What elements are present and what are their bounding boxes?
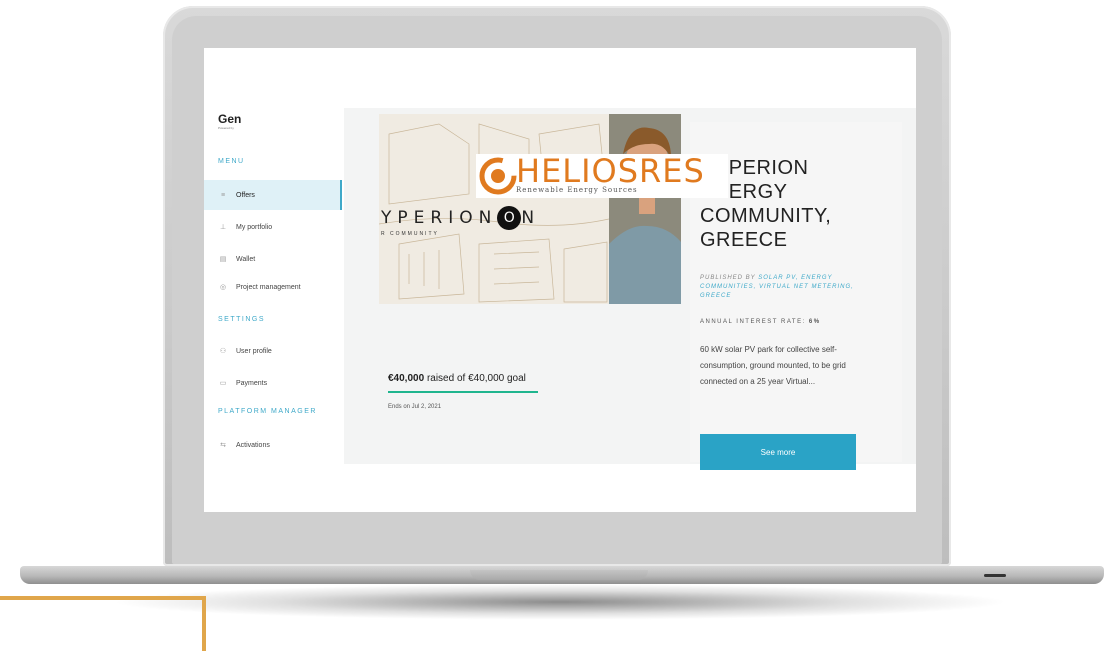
laptop-screen: Gen Powered by MENU ≡ Offers ⊥ My portfo… [204, 48, 916, 512]
sidebar-item-label: Wallet [236, 255, 256, 263]
sidebar-item-activations[interactable]: ⇆ Activations [204, 430, 340, 460]
sidebar-item-my-portfolio[interactable]: ⊥ My portfolio [204, 212, 340, 242]
brand: Gen Powered by [218, 112, 241, 130]
user-icon: ⚇ [219, 348, 227, 355]
person-illustration [609, 114, 681, 304]
laptop-port [984, 574, 1006, 577]
sidebar-item-label: User profile [236, 347, 272, 355]
raised-text: €40,000 raised of €40,000 goal [388, 373, 526, 384]
project-icon: ◎ [219, 284, 227, 291]
offer-title: HYPERION ENERGY COMMUNITY, GREECE [700, 157, 832, 251]
funding-progress-fill [388, 391, 538, 393]
sidebar-item-label: Project management [236, 283, 301, 291]
hero-title: YPERION O N [381, 206, 540, 230]
brand-sub: Powered by [218, 126, 234, 130]
logo-subtitle: Renewable Energy Sources [516, 186, 638, 194]
wallet-icon: ▤ [219, 256, 227, 263]
hero-title-main: PERION [397, 208, 498, 228]
sidebar-item-label: Activations [236, 441, 270, 449]
laptop-notch [470, 570, 648, 580]
end-date: Ends on Jul 2, 2021 [388, 404, 442, 410]
laptop-shadow [110, 584, 1010, 620]
interest-rate-value: 6% [808, 319, 821, 325]
published-by-label: PUBLISHED BY [700, 275, 756, 281]
sidebar-item-user-profile[interactable]: ⚇ User profile [204, 336, 340, 366]
sidebar-item-payments[interactable]: ▭ Payments [204, 368, 340, 398]
offer-description: 60 kW solar PV park for collective self-… [700, 345, 846, 386]
sidebar: Gen Powered by MENU ≡ Offers ⊥ My portfo… [204, 48, 344, 512]
corner-accent-horizontal [0, 596, 206, 600]
sidebar-item-label: Offers [236, 191, 255, 199]
hero-letter-y: Y [381, 208, 398, 228]
section-settings: SETTINGS [218, 316, 266, 323]
interest-rate: ANNUAL INTEREST RATE: 6% [700, 319, 821, 325]
section-platform-manager: PLATFORM MANAGER [218, 408, 317, 415]
hero-letter-o: O [497, 206, 522, 230]
funding-progress-bar [388, 391, 538, 393]
portfolio-icon: ⊥ [219, 224, 227, 231]
section-menu: MENU [218, 158, 245, 165]
activations-icon: ⇆ [220, 442, 226, 449]
published-by: PUBLISHED BY SOLAR PV, ENERGY COMMUNITIE… [700, 274, 860, 301]
sidebar-item-label: Payments [236, 379, 268, 387]
corner-accent-vertical [202, 596, 206, 651]
hero-letter-n: N [521, 208, 541, 228]
payments-icon: ▭ [219, 380, 227, 387]
sidebar-item-label: My portfolio [236, 223, 273, 231]
sidebar-item-wallet[interactable]: ▤ Wallet [204, 244, 340, 274]
person-photo [609, 114, 681, 304]
sidebar-item-project-management[interactable]: ◎ Project management [204, 272, 340, 302]
sidebar-item-offers[interactable]: ≡ Offers [204, 180, 342, 210]
heliosres-sun-icon [479, 157, 517, 195]
logo-text: HELIOSRES [516, 152, 705, 190]
interest-rate-label: ANNUAL INTEREST RATE: [700, 319, 806, 325]
offers-icon: ≡ [220, 191, 226, 199]
heliosres-logo: HELIOSRES Renewable Energy Sources [476, 154, 728, 198]
offer-hero-image[interactable]: YPERION O N R COMMUNITY [379, 114, 609, 304]
raised-amount: €40,000 [388, 373, 425, 384]
raised-goal: raised of €40,000 goal [426, 373, 526, 384]
brand-name: Gen [218, 112, 242, 126]
see-more-button[interactable]: See more [700, 434, 856, 470]
hero-subtitle: R COMMUNITY [381, 231, 439, 237]
